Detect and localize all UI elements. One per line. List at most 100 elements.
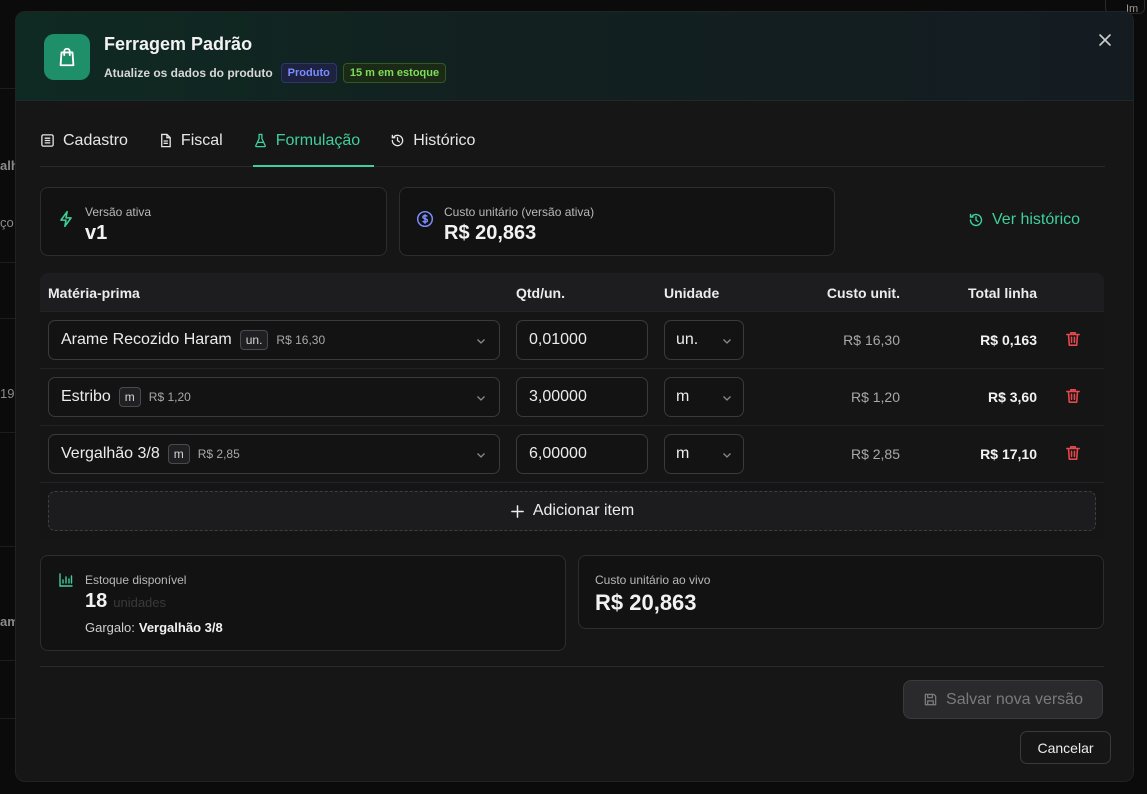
active-version-card: Versão ativa v1 (40, 187, 387, 256)
product-dialog: Ferragem Padrão Atualize os dados do pro… (15, 11, 1134, 782)
bar-chart-icon (59, 573, 73, 587)
tab-formulacao[interactable]: Formulação (252, 115, 375, 167)
plus-icon (510, 504, 524, 518)
quantity-input[interactable] (516, 377, 648, 417)
shopping-bag-icon (44, 34, 90, 80)
chevron-down-icon (723, 339, 731, 344)
trash-icon[interactable] (1064, 387, 1082, 405)
unit-select[interactable]: m (664, 434, 744, 474)
unit-cost-cell: R$ 16,30 (843, 332, 900, 348)
line-total-cell: R$ 17,10 (980, 446, 1037, 462)
available-stock-value: 18 (85, 590, 108, 612)
chevron-down-icon (477, 453, 485, 458)
view-history-link[interactable]: Ver histórico (968, 211, 1080, 229)
column-header-unidade: Unidade (664, 285, 720, 301)
unit-cost-value: R$ 20,863 (444, 222, 537, 244)
footer-divider (40, 666, 1104, 667)
trash-icon[interactable] (1064, 444, 1082, 462)
quantity-input[interactable] (516, 434, 648, 474)
unit-chip: un. (239, 330, 269, 350)
save-new-version-button[interactable]: Salvar nova versão (903, 680, 1103, 719)
dialog-subtitle-row: Atualize os dados do produto Produto 15 … (104, 63, 447, 83)
background-text-fragment: ço (0, 215, 14, 230)
dialog-subtitle: Atualize os dados do produto (104, 66, 273, 80)
close-icon (1099, 34, 1111, 46)
background-divider (0, 262, 15, 263)
table-row: Arame Recozido Haram un. R$ 16,30 un. R$… (40, 311, 1104, 368)
trash-icon[interactable] (1064, 330, 1082, 348)
tab-label: Cadastro (63, 131, 128, 149)
available-stock-value-row: 18 unidades (85, 590, 166, 613)
tab-bar: Cadastro Fiscal Formulação Histórico (40, 115, 1105, 167)
table-row: Estribo m R$ 1,20 m R$ 1,20 R$ 3,60 (40, 368, 1104, 425)
background-divider (0, 318, 15, 319)
raw-material-select[interactable]: Vergalhão 3/8 m R$ 2,85 (48, 434, 500, 474)
form-icon (41, 134, 54, 147)
unit-cost-label: Custo unitário (versão ativa) (444, 205, 595, 219)
line-total-cell: R$ 0,163 (980, 332, 1037, 348)
column-header-materia: Matéria-prima (48, 285, 140, 301)
dollar-circle-icon (416, 210, 434, 228)
background-text-fragment: 19 (0, 386, 15, 401)
product-type-badge: Produto (280, 63, 337, 83)
available-stock-unit: unidades (113, 595, 167, 610)
flask-icon (254, 133, 266, 148)
table-row: Vergalhão 3/8 m R$ 2,85 m R$ 2,85 R$ 17,… (40, 425, 1104, 482)
stock-badge: 15 m em estoque (342, 63, 447, 83)
tab-fiscal[interactable]: Fiscal (158, 115, 237, 166)
available-stock-card: Estoque disponível 18 unidades Gargalo: … (40, 555, 566, 651)
column-header-qtd: Qtd/un. (516, 285, 565, 301)
view-history-label: Ver histórico (992, 211, 1081, 228)
live-unit-cost-label: Custo unitário ao vivo (595, 573, 711, 587)
document-icon (161, 133, 171, 148)
live-unit-cost-value: R$ 20,863 (595, 590, 697, 615)
unit-cost-cell: R$ 1,20 (850, 389, 900, 405)
chevron-down-icon (477, 339, 485, 344)
available-stock-label: Estoque disponível (85, 573, 187, 587)
unit-cost-cell: R$ 2,85 (850, 446, 900, 462)
unit-cost-card: Custo unitário (versão ativa) R$ 20,863 (399, 187, 835, 256)
tab-cadastro[interactable]: Cadastro (40, 115, 142, 166)
tab-historico[interactable]: Histórico (390, 115, 489, 166)
tab-label: Fiscal (180, 131, 223, 149)
live-unit-cost-card: Custo unitário ao vivo R$ 20,863 (578, 555, 1104, 629)
unit-select[interactable]: un. (664, 320, 744, 360)
background-divider (0, 88, 15, 89)
raw-material-price: R$ 16,30 (276, 333, 326, 347)
save-new-version-label: Salvar nova versão (946, 690, 1083, 708)
bottleneck-label: Gargalo: (85, 620, 135, 635)
raw-material-name: Estribo (61, 388, 111, 405)
lightning-icon (60, 210, 72, 228)
unit-chip: m (118, 387, 141, 407)
tab-label: Histórico (413, 131, 476, 149)
unit-select[interactable]: m (664, 377, 744, 417)
dialog-title: Ferragem Padrão (104, 34, 253, 54)
background-divider (0, 546, 15, 547)
line-total-cell: R$ 3,60 (987, 389, 1037, 405)
cancel-button[interactable]: Cancelar (1020, 731, 1111, 764)
dialog-header: Ferragem Padrão Atualize os dados do pro… (16, 12, 1133, 101)
bottleneck-value: Vergalhão 3/8 (138, 620, 223, 635)
quantity-input[interactable] (516, 320, 648, 360)
raw-material-price: R$ 2,85 (197, 447, 240, 461)
add-item-label: Adicionar item (532, 502, 635, 519)
background-divider (0, 432, 15, 433)
active-version-value: v1 (85, 222, 108, 244)
raw-material-name: Arame Recozido Haram (61, 331, 232, 348)
raw-material-select[interactable]: Estribo m R$ 1,20 (48, 377, 500, 417)
formulation-table: Matéria-prima Qtd/un. Unidade Custo unit… (40, 273, 1104, 539)
chevron-down-icon (723, 396, 731, 401)
unit-select-value: m (676, 388, 690, 405)
background-divider (0, 718, 15, 719)
bottleneck-row: Gargalo: Vergalhão 3/8 (85, 620, 223, 635)
background-divider (0, 660, 15, 661)
close-button[interactable] (1095, 30, 1115, 50)
add-item-button[interactable]: Adicionar item (48, 491, 1096, 531)
raw-material-select[interactable]: Arame Recozido Haram un. R$ 16,30 (48, 320, 500, 360)
table-header: Matéria-prima Qtd/un. Unidade Custo unit… (40, 273, 1104, 311)
column-header-total: Total linha (968, 285, 1037, 301)
tab-label: Formulação (275, 131, 361, 149)
add-item-row: Adicionar item (40, 482, 1104, 539)
history-icon (391, 134, 404, 147)
raw-material-price: R$ 1,20 (148, 390, 191, 404)
